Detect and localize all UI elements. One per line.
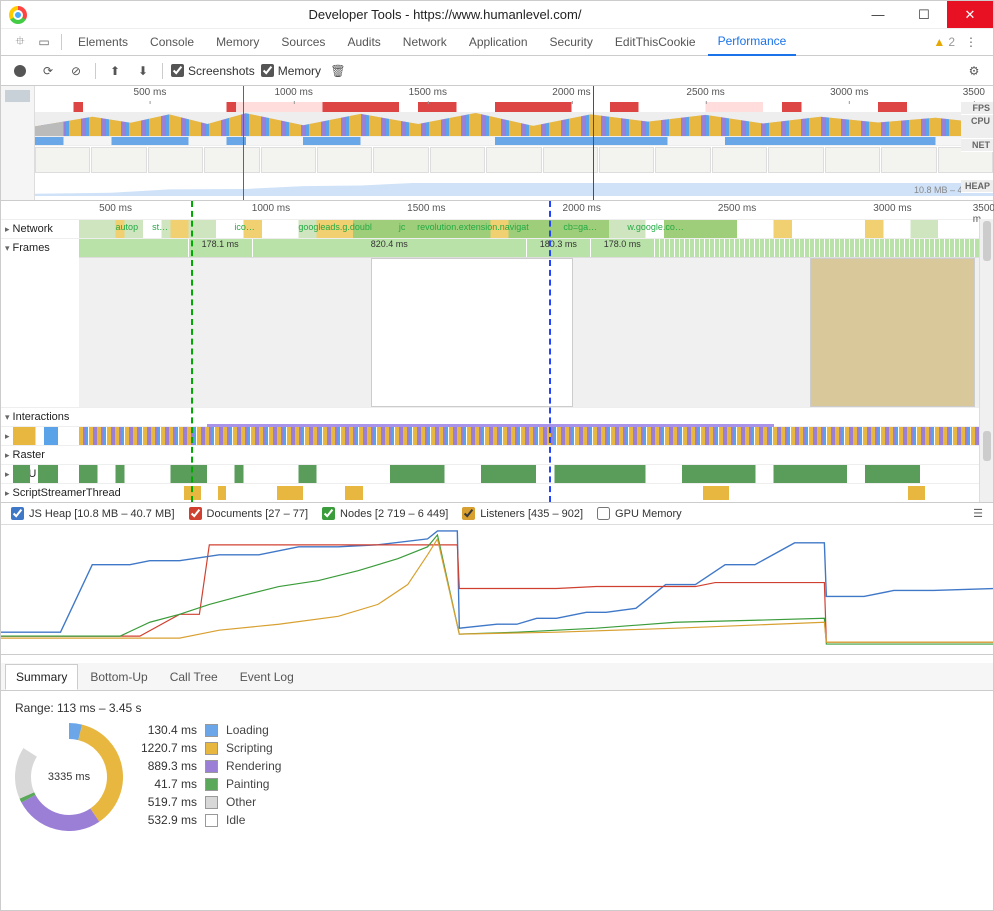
- legend-jsheap[interactable]: JS Heap [10.8 MB – 40.7 MB]: [11, 507, 175, 520]
- legend-documents[interactable]: Documents [27 – 77]: [189, 507, 309, 520]
- window-title: Developer Tools - https://www.humanlevel…: [35, 7, 855, 22]
- tab-memory[interactable]: Memory: [206, 29, 269, 56]
- screenshots-checkbox[interactable]: Screenshots: [171, 64, 255, 78]
- clear-button[interactable]: ⊘: [65, 60, 87, 82]
- track-network[interactable]: Network autop st… ico… googleads.g.doubl…: [1, 219, 993, 238]
- summary-donut: 3335 ms: [15, 723, 123, 831]
- overview-net: [35, 136, 993, 146]
- tab-security[interactable]: Security: [540, 29, 603, 56]
- window-titlebar: Developer Tools - https://www.humanlevel…: [1, 1, 993, 29]
- details-tabs: Summary Bottom-Up Call Tree Event Log: [1, 663, 993, 691]
- legend-gpu[interactable]: GPU Memory: [597, 507, 682, 520]
- garbage-collect-icon[interactable]: 🗑: [327, 60, 349, 82]
- legend-listeners[interactable]: Listeners [435 – 902]: [462, 507, 583, 520]
- legend-nodes[interactable]: Nodes [2 719 – 6 449]: [322, 507, 448, 520]
- tab-elements[interactable]: Elements: [68, 29, 138, 56]
- tab-application[interactable]: Application: [459, 29, 538, 56]
- separator: [61, 34, 62, 50]
- overview-label-heap: HEAP: [961, 180, 993, 193]
- scrollbar-v[interactable]: [979, 219, 993, 502]
- track-interactions[interactable]: Interactions Animation: [1, 407, 993, 426]
- save-profile-icon[interactable]: ⬇: [132, 60, 154, 82]
- warning-icon: ▲: [933, 35, 945, 49]
- more-icon[interactable]: ⋮: [965, 35, 977, 49]
- device-toggle-icon[interactable]: ▭: [33, 31, 55, 53]
- track-scriptstreamer[interactable]: ScriptStreamerThread: [1, 483, 993, 502]
- overview-panel[interactable]: 500 ms 1000 ms 1500 ms 2000 ms 2500 ms 3…: [1, 86, 993, 201]
- memory-legend: JS Heap [10.8 MB – 40.7 MB] Documents [2…: [1, 503, 993, 525]
- marker-dcl: [593, 86, 594, 200]
- summary-panel: Range: 113 ms – 3.45 s 3335 ms 130.4 msL…: [1, 691, 993, 841]
- reload-button[interactable]: ⟳: [37, 60, 59, 82]
- summary-legend: 130.4 msLoading1220.7 msScripting889.3 m…: [141, 723, 281, 827]
- tab-network[interactable]: Network: [393, 29, 457, 56]
- tab-performance[interactable]: Performance: [708, 29, 797, 56]
- overview-heap: 10.8 MB – 40.7 MB: [35, 174, 993, 196]
- separator: [162, 63, 163, 79]
- tab-console[interactable]: Console: [140, 29, 204, 56]
- settings-icon[interactable]: ⚙: [963, 60, 985, 82]
- load-profile-icon[interactable]: ⬆: [104, 60, 126, 82]
- marker-load: [243, 86, 244, 200]
- tab-sources[interactable]: Sources: [271, 29, 335, 56]
- tab-editthiscookie[interactable]: EditThisCookie: [605, 29, 706, 56]
- memory-chart[interactable]: [1, 525, 993, 655]
- overview-cpu: [35, 112, 993, 136]
- perf-toolbar: ⟳ ⊘ ⬆ ⬇ Screenshots Memory 🗑 ⚙: [1, 56, 993, 86]
- track-gpu[interactable]: GPU: [1, 464, 993, 483]
- overview-label-fps: FPS: [961, 102, 993, 115]
- tab-bottomup[interactable]: Bottom-Up: [80, 665, 157, 689]
- summary-range: Range: 113 ms – 3.45 s: [15, 701, 979, 715]
- track-frames[interactable]: Frames 178.1 ms 820.4 ms 180.3 ms 178.0 …: [1, 238, 993, 257]
- sidebar-toggle-icon[interactable]: ☰: [973, 507, 983, 520]
- overview-gutter: [1, 86, 35, 200]
- summary-total: 3335 ms: [43, 751, 95, 803]
- chrome-icon: [9, 6, 27, 24]
- close-button[interactable]: ✕: [947, 1, 993, 28]
- memory-checkbox[interactable]: Memory: [261, 64, 321, 78]
- record-button[interactable]: [9, 60, 31, 82]
- flame-chart[interactable]: 500 ms 1000 ms 1500 ms 2000 ms 2500 ms 3…: [1, 201, 993, 503]
- overview-filmstrip: [35, 146, 993, 174]
- frames-filmstrip: [79, 257, 993, 407]
- overview-ruler: 500 ms 1000 ms 1500 ms 2000 ms 2500 ms 3…: [35, 86, 993, 102]
- warning-badge[interactable]: ▲2: [933, 35, 955, 49]
- tab-calltree[interactable]: Call Tree: [160, 665, 228, 689]
- inspect-icon[interactable]: ⯐: [9, 31, 31, 53]
- track-raster[interactable]: Raster: [1, 445, 993, 464]
- tab-summary[interactable]: Summary: [5, 664, 78, 690]
- minimize-button[interactable]: —: [855, 1, 901, 28]
- overview-label-net: NET: [961, 139, 993, 152]
- marker-dcl: [549, 201, 551, 502]
- track-ruler: 500 ms 1000 ms 1500 ms 2000 ms 2500 ms 3…: [79, 201, 993, 219]
- tab-eventlog[interactable]: Event Log: [230, 665, 304, 689]
- maximize-button[interactable]: ☐: [901, 1, 947, 28]
- tab-audits[interactable]: Audits: [337, 29, 390, 56]
- overview-label-cpu: CPU: [961, 115, 993, 139]
- devtools-tabs: ⯐ ▭ Elements Console Memory Sources Audi…: [1, 29, 993, 56]
- marker-load: [191, 201, 193, 502]
- separator: [95, 63, 96, 79]
- track-main[interactable]: Main: [1, 426, 993, 445]
